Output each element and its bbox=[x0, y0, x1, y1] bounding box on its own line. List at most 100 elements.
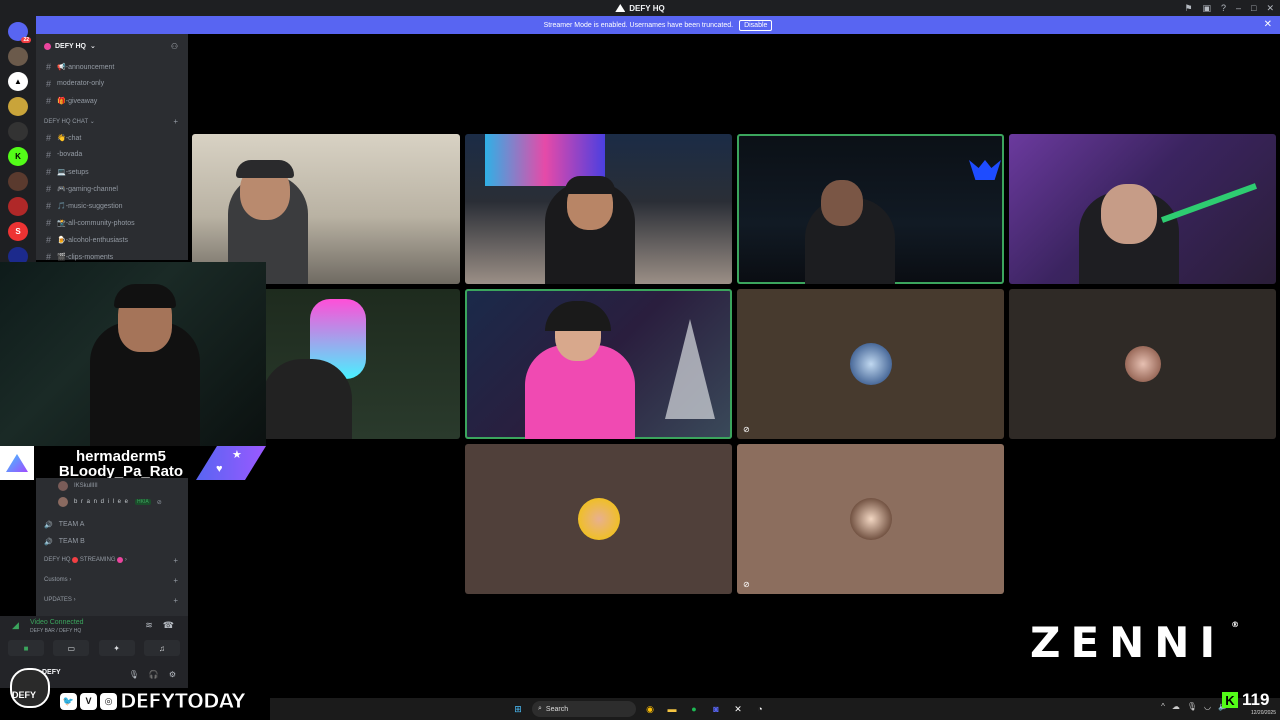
video-tile[interactable] bbox=[465, 134, 732, 284]
channel-alcohol-enthusiasts[interactable]: # 🍺-alcohol-enthusiasts bbox=[36, 231, 188, 248]
soundboard-button[interactable]: ♫ bbox=[143, 640, 180, 656]
hash-icon: # bbox=[46, 61, 52, 72]
channel-label: 🎁-giveaway bbox=[57, 97, 98, 105]
participant-hair bbox=[545, 301, 611, 331]
inbox-icon[interactable]: ▣ bbox=[1202, 3, 1211, 14]
disconnect-icon[interactable]: ☎ bbox=[163, 620, 174, 631]
server-icon[interactable] bbox=[8, 122, 28, 141]
chrome-icon[interactable]: ◉ bbox=[642, 701, 658, 717]
hash-icon: # bbox=[46, 234, 52, 245]
audio-tile[interactable] bbox=[1009, 289, 1276, 439]
wifi-icon[interactable]: ◡ bbox=[1204, 702, 1211, 711]
server-icon[interactable] bbox=[8, 172, 28, 191]
windows-taskbar: ⊞ ⌕Search ◉ ▬ ● ◙ ✕ ◔ ^ ☁ 🎙 ◡ 🔈 12/20/20… bbox=[270, 698, 1280, 720]
minimize-button[interactable]: – bbox=[1236, 3, 1241, 13]
activities-button[interactable]: ✦ bbox=[98, 640, 135, 656]
participant-face bbox=[1101, 184, 1157, 244]
voice-user[interactable]: IKSkullIII bbox=[36, 478, 188, 494]
server-icon[interactable] bbox=[8, 197, 28, 216]
server-header[interactable]: DEFY HQ ⌄ ⚇ bbox=[36, 34, 188, 58]
file-explorer-icon[interactable]: ▬ bbox=[664, 701, 680, 717]
voice-user[interactable]: b r a n d i l e e HKIA ⊘ bbox=[36, 494, 188, 510]
avatar bbox=[58, 481, 68, 491]
voice-channel-team-a[interactable]: 🔊 TEAM A bbox=[36, 516, 188, 533]
channel-community-photos[interactable]: # 📸-all-community-photos bbox=[36, 214, 188, 231]
channel-music-suggestion[interactable]: # 🎵-music-suggestion bbox=[36, 197, 188, 214]
streamer-cap bbox=[114, 284, 176, 308]
noise-suppression-icon[interactable]: ≋ bbox=[145, 620, 153, 631]
channel-setups[interactable]: # 💻-setups bbox=[36, 163, 188, 180]
hash-icon: # bbox=[46, 149, 52, 160]
voice-location[interactable]: DEFY BAR / DEFY HQ bbox=[30, 628, 81, 634]
channel-label: 🍺-alcohol-enthusiasts bbox=[57, 236, 128, 244]
home-server-icon[interactable]: 22 bbox=[8, 22, 31, 43]
channel-bovada[interactable]: # -bovada bbox=[36, 146, 188, 163]
server-icon[interactable] bbox=[8, 47, 28, 66]
headphones-icon[interactable]: 🎧 bbox=[149, 670, 159, 679]
close-window-button[interactable]: ✕ bbox=[1266, 3, 1274, 14]
discord-icon[interactable]: ◙ bbox=[708, 701, 724, 717]
video-tile-speaking[interactable] bbox=[465, 289, 732, 439]
taskbar-date[interactable]: 12/20/2025 bbox=[1251, 710, 1276, 716]
voice-button-row: ■ ▭ ✦ ♫ bbox=[8, 640, 180, 656]
tray-overflow-icon[interactable]: ^ bbox=[1161, 702, 1165, 711]
kick-logo-icon: K bbox=[1222, 692, 1238, 708]
star-icon: ★ bbox=[232, 449, 242, 461]
channel-label: 💻-setups bbox=[57, 168, 89, 176]
pin-icon[interactable]: ⚑ bbox=[1184, 3, 1192, 14]
defy-server-icon[interactable]: ▲ bbox=[8, 72, 28, 91]
channel-gaming[interactable]: # 🎮-gaming-channel bbox=[36, 180, 188, 197]
category-updates[interactable]: UPDATES › + bbox=[36, 590, 188, 610]
channel-chat[interactable]: # 👋-chat bbox=[36, 129, 188, 146]
video-tile-speaking[interactable] bbox=[737, 134, 1004, 284]
kick-server-icon[interactable]: K bbox=[8, 147, 28, 166]
close-banner-icon[interactable]: ✕ bbox=[1264, 19, 1272, 30]
audio-tile[interactable]: ⊘ bbox=[737, 289, 1004, 439]
xbox-icon[interactable]: ✕ bbox=[730, 701, 746, 717]
avatar bbox=[1124, 346, 1161, 382]
spotify-icon[interactable]: ● bbox=[686, 701, 702, 717]
microphone-icon[interactable]: 🎙 bbox=[129, 670, 139, 679]
create-channel-icon[interactable]: + bbox=[173, 556, 178, 565]
live-dot-icon bbox=[72, 557, 79, 563]
create-channel-icon[interactable]: + bbox=[173, 596, 178, 605]
clock-app-icon[interactable]: ◔ bbox=[752, 701, 768, 717]
create-channel-icon[interactable]: + bbox=[173, 117, 178, 126]
live-dot-icon bbox=[117, 557, 124, 563]
avatar bbox=[849, 343, 892, 385]
disable-streamer-mode-button[interactable]: Disable bbox=[739, 19, 773, 31]
avatar bbox=[577, 498, 620, 540]
channel-label: 📢-announcement bbox=[57, 63, 115, 71]
taskbar-search[interactable]: ⌕ Search bbox=[532, 701, 636, 717]
server-icon[interactable]: S bbox=[8, 222, 28, 241]
network-icon[interactable]: ☁ bbox=[1172, 702, 1180, 711]
category-defy-hq-chat[interactable]: DEFY HQ CHAT ⌄ + bbox=[36, 109, 188, 129]
screen-share-button[interactable]: ▭ bbox=[53, 640, 90, 656]
maximize-button[interactable]: □ bbox=[1251, 3, 1256, 13]
settings-gear-icon[interactable]: ⚙ bbox=[169, 670, 176, 679]
hash-icon: # bbox=[46, 78, 52, 89]
camera-button[interactable]: ■ bbox=[8, 640, 44, 656]
channel-moderator-only[interactable]: # moderator-only bbox=[36, 75, 188, 92]
channel-announcement[interactable]: # 📢-announcement bbox=[36, 58, 188, 75]
audio-tile[interactable] bbox=[465, 444, 732, 594]
video-tile[interactable] bbox=[1009, 134, 1276, 284]
window-title: DEFY HQ bbox=[615, 4, 665, 13]
server-icon[interactable] bbox=[8, 97, 28, 116]
channel-giveaway[interactable]: # 🎁-giveaway bbox=[36, 92, 188, 109]
voice-channel-team-b[interactable]: 🔊 TEAM B bbox=[36, 533, 188, 550]
mic-tray-icon[interactable]: 🎙 bbox=[1187, 702, 1197, 711]
category-streaming[interactable]: DEFY HQ STREAMING › + bbox=[36, 550, 188, 570]
registered-mark: ® bbox=[1231, 620, 1240, 629]
audio-tile[interactable]: ⊘ bbox=[737, 444, 1004, 594]
add-member-icon[interactable]: ⚇ bbox=[171, 42, 178, 51]
help-icon[interactable]: ? bbox=[1221, 3, 1226, 13]
connection-signal-icon[interactable]: ◢ bbox=[12, 620, 19, 631]
create-channel-icon[interactable]: + bbox=[173, 576, 178, 585]
windows-start-icon[interactable]: ⊞ bbox=[510, 701, 526, 717]
channel-label: -bovada bbox=[57, 151, 83, 158]
mic-arm bbox=[1160, 183, 1258, 223]
category-customs[interactable]: Customs › + bbox=[36, 570, 188, 590]
defy-logo-icon bbox=[6, 454, 28, 472]
category-suffix: STREAMING bbox=[79, 557, 116, 563]
